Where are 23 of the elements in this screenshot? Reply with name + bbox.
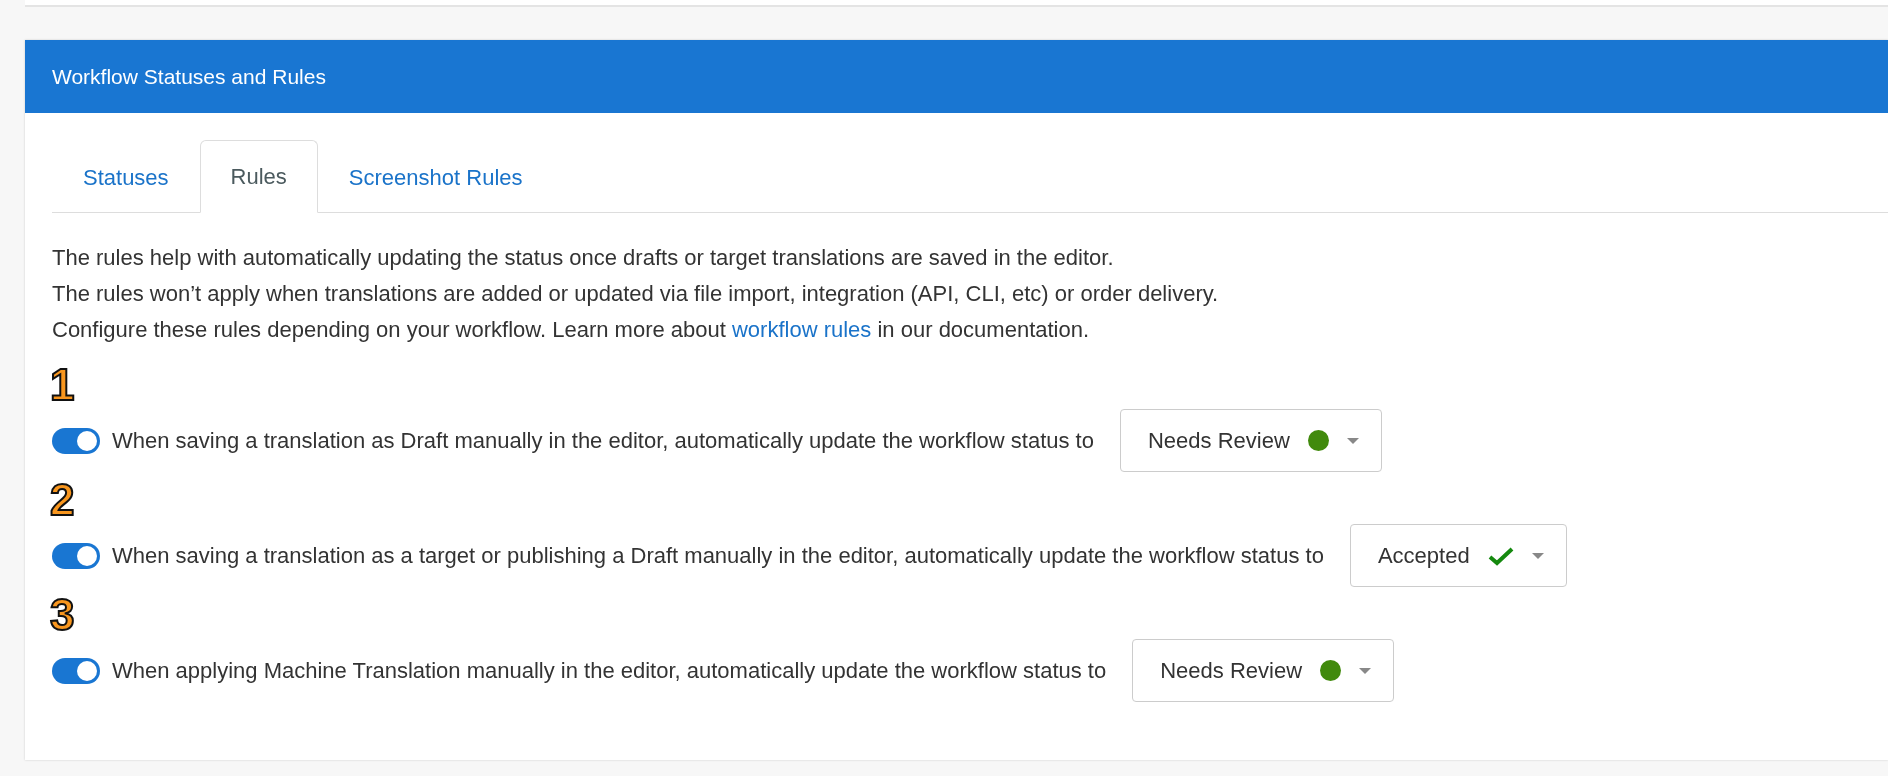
toggle-switch[interactable] — [52, 542, 100, 569]
panel-title: Workflow Statuses and Rules — [25, 40, 1888, 113]
toggle-switch[interactable] — [52, 657, 100, 684]
status-dropdown[interactable]: Accepted — [1349, 524, 1567, 587]
tab[interactable]: Screenshot Rules — [317, 141, 554, 213]
tab[interactable]: Rules — [199, 140, 318, 213]
intro-text: Configure these rules depending on your workflow. Learn more about workflow rules in our documentation. — [52, 317, 1091, 343]
intro-text: The rules help with automatically updating the status once drafts or target translations are saved in the editor. — [52, 245, 1115, 271]
step-number: 1 — [50, 361, 75, 409]
step-number: 2 — [50, 476, 75, 524]
workflow-rules-link[interactable]: workflow rules — [732, 317, 872, 342]
caret-icon — [1359, 667, 1372, 674]
rule-text: When applying Machine Translation manually in the editor, automatically update the workflow status to — [112, 657, 1107, 684]
toggle-switch[interactable] — [52, 427, 100, 454]
step-number: 3 — [50, 591, 75, 639]
status-dropdown[interactable]: Needs Review — [1132, 639, 1395, 702]
caret-icon — [1531, 552, 1544, 559]
rule-text: When saving a translation as Draft manually in the editor, automatically update the workflow status to — [112, 427, 1094, 454]
status-dropdown[interactable]: Needs Review — [1119, 409, 1382, 472]
caret-icon — [1346, 437, 1359, 444]
tab[interactable]: Statuses — [52, 141, 200, 213]
intro-text: The rules won’t apply when translations are added or updated via file import, integration (API, CLI, etc) or order delivery. — [52, 281, 1220, 307]
rule-text: When saving a translation as a target or publishing a Draft manually in the editor, automatically update the workflow status to — [112, 542, 1324, 569]
